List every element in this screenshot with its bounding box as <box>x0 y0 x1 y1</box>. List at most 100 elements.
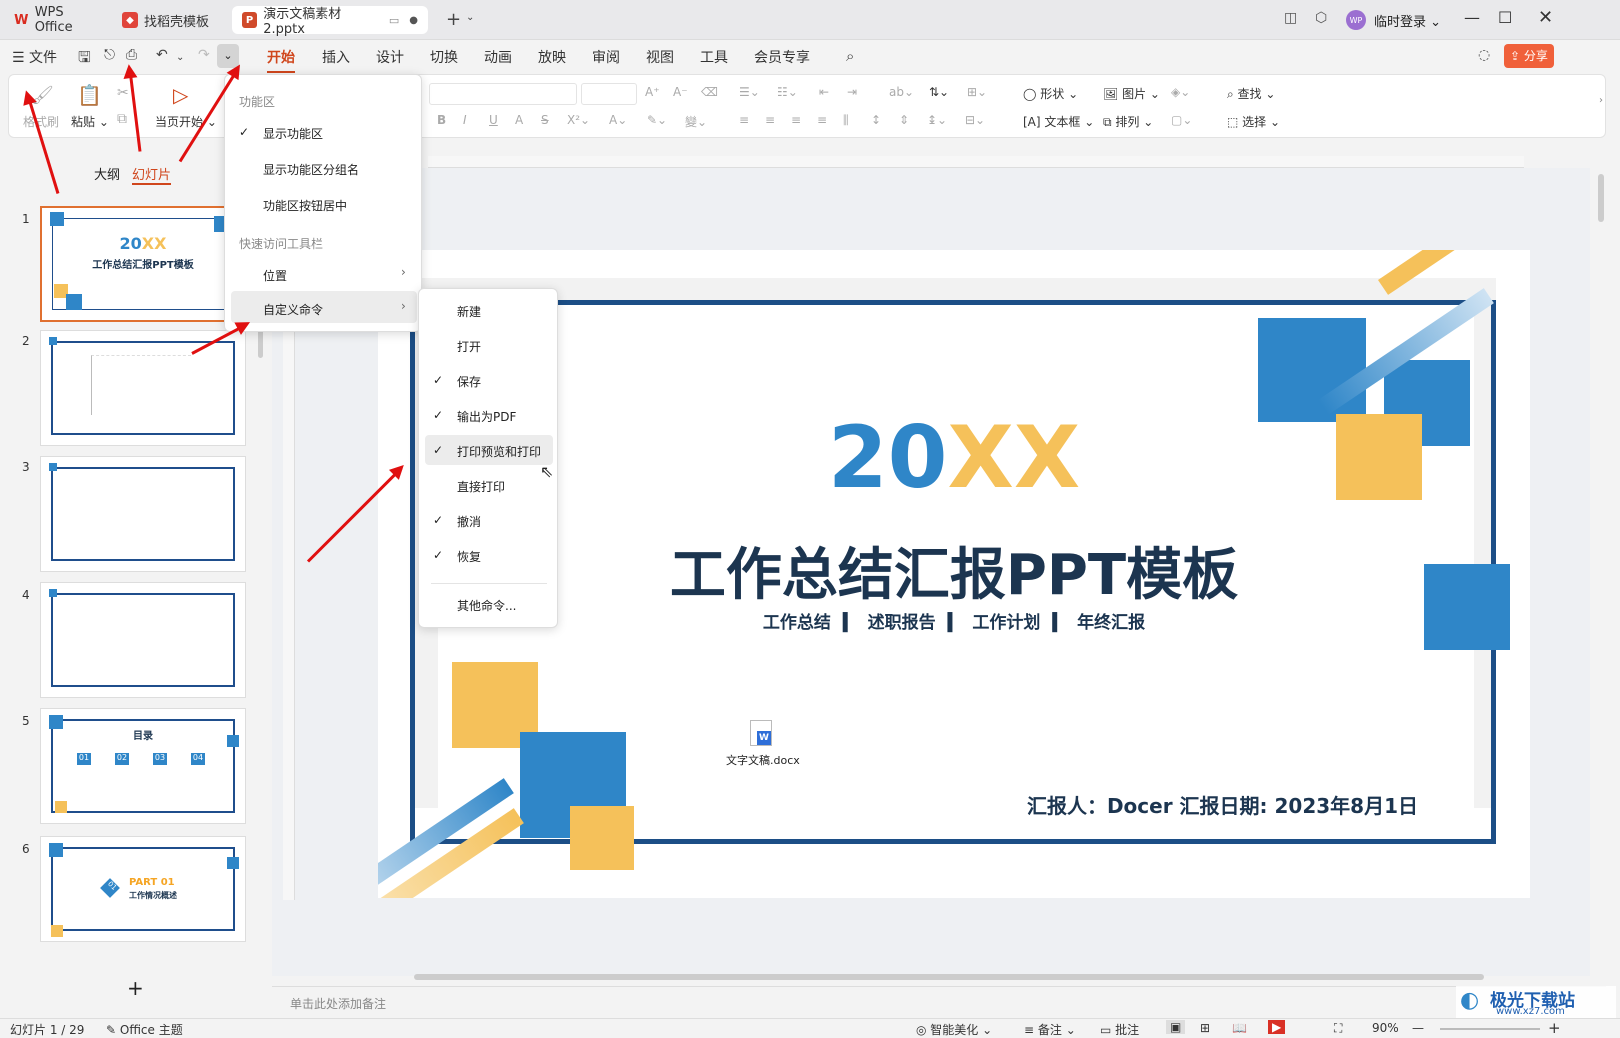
menu-item-more-commands[interactable]: 其他命令... <box>457 597 516 614</box>
tab-transition[interactable]: 切换 <box>430 47 458 67</box>
copy-icon[interactable]: ⧉ <box>117 111 127 127</box>
embedded-file-label[interactable]: 文字文稿.docx <box>726 752 800 768</box>
slide-thumbnail-1[interactable]: 20XX 工作总结汇报PPT模板 <box>40 206 246 322</box>
picture-button[interactable]: 🖼 图片 ⌄ <box>1103 85 1160 102</box>
menu-item-show-group-names[interactable]: 显示功能区分组名 <box>263 161 359 178</box>
smartart-icon[interactable]: ⊞⌄ <box>967 85 987 99</box>
maximize-icon[interactable]: ☐ <box>1498 8 1512 27</box>
select-button[interactable]: ⬚ 选择 ⌄ <box>1227 113 1280 130</box>
submenu-item[interactable]: 新建 <box>457 303 481 320</box>
avatar[interactable]: WP <box>1346 10 1366 30</box>
font-size-select[interactable] <box>581 83 637 105</box>
zoom-out-icon[interactable]: — <box>1412 1021 1424 1035</box>
tab-wps-office[interactable]: W WPS Office <box>4 5 110 35</box>
numbered-list-icon[interactable]: ☷⌄ <box>777 85 798 99</box>
textbox-button[interactable]: [A] 文本框 ⌄ <box>1023 113 1094 130</box>
underline-icon[interactable]: U <box>489 113 498 127</box>
font-grow-icon[interactable]: A⁺ <box>645 85 660 99</box>
slide-thumbnail-3[interactable] <box>40 456 246 572</box>
reading-view-icon[interactable]: 📖 <box>1232 1021 1247 1035</box>
undo-icon[interactable]: ↶ <box>156 47 168 63</box>
submenu-item[interactable]: 打开 <box>457 338 481 355</box>
share-button[interactable]: ⇪ 分享 <box>1504 44 1554 68</box>
format-painter-button[interactable]: 格式刷 <box>23 113 59 130</box>
word-file-icon[interactable]: W <box>750 720 772 746</box>
tab-slideshow[interactable]: 放映 <box>538 47 566 67</box>
monitor-icon[interactable]: ▭ <box>389 14 399 27</box>
zoom-in-icon[interactable]: + <box>1548 1019 1561 1037</box>
clear-format-icon[interactable]: ⌫ <box>701 85 718 99</box>
save-icon[interactable]: 🖫 <box>78 47 91 72</box>
notes-placeholder[interactable]: 单击此处添加备注 <box>290 995 386 1012</box>
strikethrough-icon[interactable]: S <box>541 113 549 127</box>
play-from-current-icon[interactable]: ▷ <box>173 83 188 107</box>
shape-button[interactable]: ◯ 形状 ⌄ <box>1023 85 1078 102</box>
text-effect-icon[interactable]: A <box>515 113 523 127</box>
fit-window-icon[interactable]: ⛶ <box>1334 1021 1342 1036</box>
tab-animation[interactable]: 动画 <box>484 47 512 67</box>
export-pdf-icon[interactable]: ⎋ <box>104 47 115 63</box>
minimize-icon[interactable]: — <box>1464 8 1480 27</box>
slide-thumbnail-4[interactable] <box>40 582 246 698</box>
font-color-icon[interactable]: A⌄ <box>609 113 627 127</box>
slide-thumbnail-6[interactable]: 01 PART 01 工作情况概述 <box>40 836 246 942</box>
outline-tab[interactable]: 大纲 <box>94 164 120 183</box>
slide-reporter[interactable]: 汇报人：Docer 汇报日期: 2023年8月1日 <box>1027 790 1418 819</box>
zoom-slider[interactable] <box>1440 1028 1540 1030</box>
font-shrink-icon[interactable]: A⁻ <box>673 85 688 99</box>
tab-view[interactable]: 视图 <box>646 47 674 67</box>
horizontal-scrollbar[interactable] <box>278 972 1590 982</box>
panel-scrollbar[interactable] <box>258 328 263 358</box>
para-spacing-icon[interactable]: ⇕ <box>899 113 909 127</box>
notes-button[interactable]: ≡ 备注 ⌄ <box>1024 1021 1076 1038</box>
sorter-view-icon[interactable]: ⊞ <box>1200 1021 1210 1035</box>
submenu-item[interactable]: 撤消 <box>457 513 481 530</box>
play-icon[interactable]: ▶ <box>1268 1020 1286 1034</box>
find-button[interactable]: ⌕ 查找 ⌄ <box>1227 85 1275 102</box>
justify-icon[interactable]: ≡ <box>817 113 827 127</box>
bullet-list-icon[interactable]: ☰⌄ <box>739 85 760 99</box>
line-spacing-icon[interactable]: ↕ <box>871 113 881 127</box>
align-right-icon[interactable]: ≡ <box>791 113 801 127</box>
cube-icon[interactable]: ⬡ <box>1315 10 1327 26</box>
tab-docer-templates[interactable]: ◆ 找稻壳模板 <box>112 6 228 34</box>
superscript-icon[interactable]: X²⌄ <box>567 113 590 127</box>
font-family-select[interactable] <box>429 83 577 105</box>
align-center-icon[interactable]: ≡ <box>765 113 775 127</box>
tab-document[interactable]: P 演示文稿素材2.pptx ▭ ● <box>232 6 428 37</box>
menu-item-custom-commands[interactable] <box>231 291 417 323</box>
highlight-icon[interactable]: ✎⌄ <box>647 113 667 127</box>
comments-button[interactable]: ▭ 批注 <box>1100 1021 1139 1038</box>
tab-insert[interactable]: 插入 <box>322 47 350 67</box>
tab-member[interactable]: 会员专享 <box>754 47 810 67</box>
print-preview-icon[interactable]: ⎙ <box>126 47 137 63</box>
theme-label[interactable]: ✎ Office 主题 <box>106 1021 183 1038</box>
phonetic-icon[interactable]: 變⌄ <box>685 113 707 130</box>
line-height-icon[interactable]: ↨⌄ <box>927 113 947 127</box>
italic-icon[interactable]: I <box>463 113 467 127</box>
undo-dropdown-icon[interactable]: ⌄ <box>176 52 184 63</box>
sort-icon[interactable]: ⇅⌄ <box>929 85 949 99</box>
tab-home[interactable]: 开始 <box>267 47 295 73</box>
submenu-item[interactable]: 恢复 <box>457 548 481 565</box>
arrange-button[interactable]: ⧉ 排列 ⌄ <box>1103 113 1153 130</box>
notes-pane[interactable]: 单击此处添加备注 <box>272 986 1606 1016</box>
zoom-level[interactable]: 90% <box>1372 1021 1399 1035</box>
cut-icon[interactable]: ✂ <box>117 85 129 101</box>
slides-tab[interactable]: 幻灯片 <box>132 164 172 185</box>
text-align-box-icon[interactable]: ⊟⌄ <box>965 113 985 127</box>
submenu-item[interactable]: 打印预览和打印 <box>457 443 541 460</box>
new-tab-icon[interactable]: + <box>446 9 461 30</box>
add-slide-icon[interactable]: + <box>127 976 144 1000</box>
paste-icon[interactable]: 📋 <box>77 83 102 107</box>
close-icon[interactable]: ✕ <box>1538 7 1553 28</box>
indent-icon[interactable]: ⇥ <box>847 85 857 99</box>
paste-button[interactable]: 粘贴 ⌄ <box>71 113 109 130</box>
tab-review[interactable]: 审阅 <box>592 47 620 67</box>
menu-item-center-buttons[interactable]: 功能区按钮居中 <box>263 197 347 214</box>
redo-icon[interactable]: ↷ <box>198 47 210 63</box>
slide-thumbnail-2[interactable] <box>40 330 246 446</box>
columns-icon[interactable]: ⫼ <box>843 113 849 128</box>
outdent-icon[interactable]: ⇤ <box>819 85 829 99</box>
search-icon[interactable]: ⌕ <box>846 47 854 65</box>
